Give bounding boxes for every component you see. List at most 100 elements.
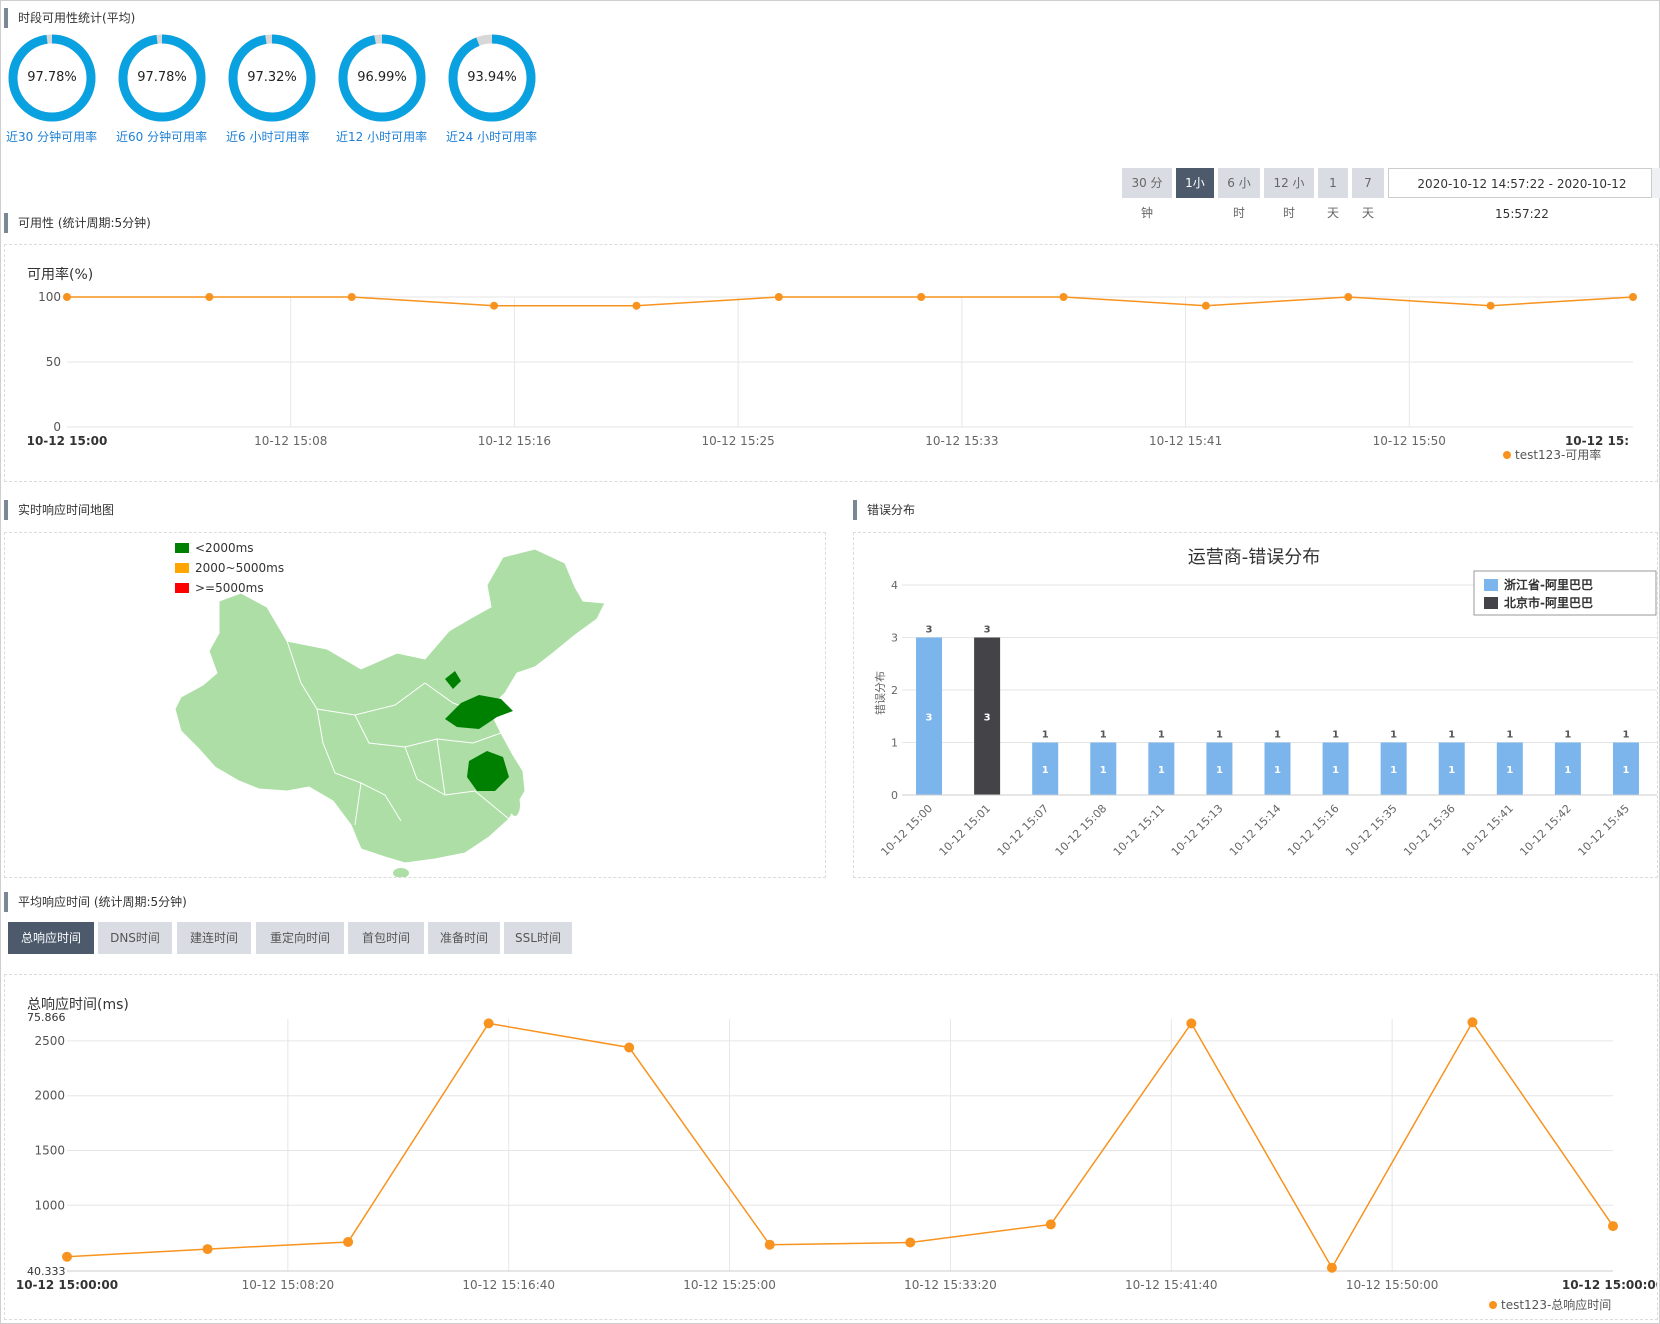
response-tab[interactable]: SSL时间 [504, 922, 572, 954]
bar-value-label: 1 [1390, 730, 1397, 741]
legend-label: 北京市-阿里巴巴 [1504, 595, 1593, 610]
x-tick-label: 10-12 15:45 [1575, 802, 1632, 859]
bar-value-label: 3 [984, 625, 991, 636]
response-tab[interactable]: 重定向时间 [256, 922, 344, 954]
data-point[interactable] [1201, 301, 1210, 310]
taiwan-island [510, 794, 520, 816]
data-point[interactable] [343, 1236, 354, 1247]
availability-donut: 93.94% [446, 32, 538, 124]
data-point[interactable] [1608, 1221, 1618, 1232]
date-range-input[interactable]: 2020-10-12 14:57:22 - 2020-10-12 15:57:2… [1388, 168, 1656, 221]
donut-label[interactable]: 近24 小时可用率 [446, 128, 537, 145]
y-tick-label: 100 [38, 290, 61, 304]
data-point[interactable] [1344, 293, 1353, 301]
x-tick-label: 10-12 15:41 [1149, 434, 1222, 448]
data-point[interactable] [490, 301, 499, 310]
data-point[interactable] [905, 1237, 916, 1248]
china-response-map[interactable]: <2000ms 2000~5000ms >=5000ms [5, 533, 825, 878]
bar-value-label: 1 [1332, 730, 1339, 741]
range-button[interactable]: 6 小时 [1218, 168, 1260, 220]
bar-inner-label: 3 [926, 712, 933, 723]
y-tick-label: 2500 [34, 1034, 65, 1048]
bar-inner-label: 1 [1042, 765, 1049, 776]
series-line [66, 1020, 1614, 1270]
map-section-title: 实时响应时间地图 [4, 500, 114, 520]
range-button[interactable]: 12 小时 [1264, 168, 1314, 220]
data-point[interactable] [1486, 301, 1495, 310]
map-legend-label: <2000ms [195, 541, 254, 555]
x-tick-label: 10-12 15:36 [1401, 802, 1458, 859]
date-picker-toggle[interactable] [1651, 168, 1660, 198]
donut-label[interactable]: 近30 分钟可用率 [6, 128, 97, 145]
data-point[interactable] [63, 293, 71, 301]
response-tab[interactable]: 建连时间 [177, 922, 251, 954]
y-tick-label: 1 [891, 737, 898, 750]
data-point[interactable] [774, 293, 783, 301]
x-tick-label: 10-12 15:41 [1459, 802, 1516, 859]
range-button[interactable]: 7 天 [1352, 168, 1384, 220]
x-tick-label: 10-12 15:01 [937, 802, 994, 859]
data-point[interactable] [624, 1042, 635, 1053]
bar-inner-label: 1 [1216, 765, 1223, 776]
x-tick-label: 10-12 15:07 [995, 802, 1052, 859]
data-point[interactable] [1045, 1219, 1056, 1230]
range-button[interactable]: 30 分钟 [1122, 168, 1172, 220]
y-tick-label: 1500 [34, 1143, 65, 1157]
map-legend-swatch [175, 583, 189, 593]
bar-inner-label: 1 [1332, 765, 1339, 776]
response-tab[interactable]: 准备时间 [428, 922, 500, 954]
data-point[interactable] [1186, 1018, 1197, 1029]
response-tab[interactable]: DNS时间 [98, 922, 172, 954]
bar-inner-label: 1 [1564, 765, 1571, 776]
error-section-title: 错误分布 [853, 500, 915, 520]
response-tab[interactable]: 总响应时间 [8, 922, 94, 954]
x-tick-label: 10-12 15:00:00 [1562, 1278, 1657, 1292]
x-tick-label: 10-12 15:25:00 [683, 1278, 776, 1292]
data-point[interactable] [483, 1018, 494, 1029]
x-tick-label: 10-12 15:00 [878, 802, 935, 859]
availability-donut: 96.99% [336, 32, 428, 124]
y-tick-label: 3 [891, 632, 898, 645]
data-point[interactable] [1059, 293, 1068, 301]
bar-value-label: 1 [1564, 730, 1571, 741]
donut-label[interactable]: 近60 分钟可用率 [116, 128, 207, 145]
bar-value-label: 1 [1042, 730, 1049, 741]
bar-inner-label: 1 [1274, 765, 1281, 776]
x-tick-label: 10-12 15:33:20 [904, 1278, 997, 1292]
data-point[interactable] [347, 293, 356, 301]
y-max-label: 75.866 [27, 1011, 66, 1024]
y-tick-label: 0 [891, 789, 898, 802]
response-tab[interactable]: 首包时间 [348, 922, 424, 954]
response-chart-panel: 总响应时间(ms) 75.866 40.333 2500 2000 1500 1000 10-… [4, 974, 1660, 1320]
data-point[interactable] [632, 301, 641, 310]
data-point[interactable] [202, 1244, 213, 1255]
availability-section-title: 可用性 (统计周期:5分钟) [4, 213, 151, 233]
legend-label: 浙江省-阿里巴巴 [1504, 577, 1593, 592]
data-point[interactable] [764, 1239, 775, 1250]
data-point[interactable] [1629, 293, 1637, 301]
hainan-island [393, 868, 409, 878]
y-tick-label: 0 [53, 420, 61, 434]
x-tick-label: 10-12 15:16 [1285, 802, 1342, 859]
range-button[interactable]: 1 天 [1318, 168, 1348, 220]
x-tick-label: 10-12 15:16 [478, 434, 551, 448]
donut-value: 97.32% [247, 70, 297, 85]
donut-label[interactable]: 近12 小时可用率 [336, 128, 427, 145]
data-point[interactable] [1467, 1017, 1478, 1028]
data-point[interactable] [917, 293, 926, 301]
range-button[interactable]: 1小时 [1176, 168, 1214, 220]
bar-value-label: 1 [1506, 730, 1513, 741]
series-line [67, 296, 1634, 307]
response-time-chart: 总响应时间(ms)75.86640.333250020001500100010-… [16, 996, 1660, 1312]
x-tick-label: 10-12 15:33 [925, 434, 998, 448]
x-tick-label: 10-12 15:11 [1111, 802, 1168, 859]
data-point[interactable] [62, 1251, 72, 1262]
donut-value: 97.78% [27, 70, 77, 85]
availability-summary-title: 时段可用性统计(平均) [4, 8, 135, 28]
data-point[interactable] [205, 293, 214, 301]
donut-label[interactable]: 近6 小时可用率 [226, 128, 309, 145]
bar-inner-label: 1 [1158, 765, 1165, 776]
x-tick-label: 10-12 15:08 [1053, 802, 1110, 859]
data-point[interactable] [1326, 1262, 1337, 1273]
bar-value-label: 1 [1100, 730, 1107, 741]
